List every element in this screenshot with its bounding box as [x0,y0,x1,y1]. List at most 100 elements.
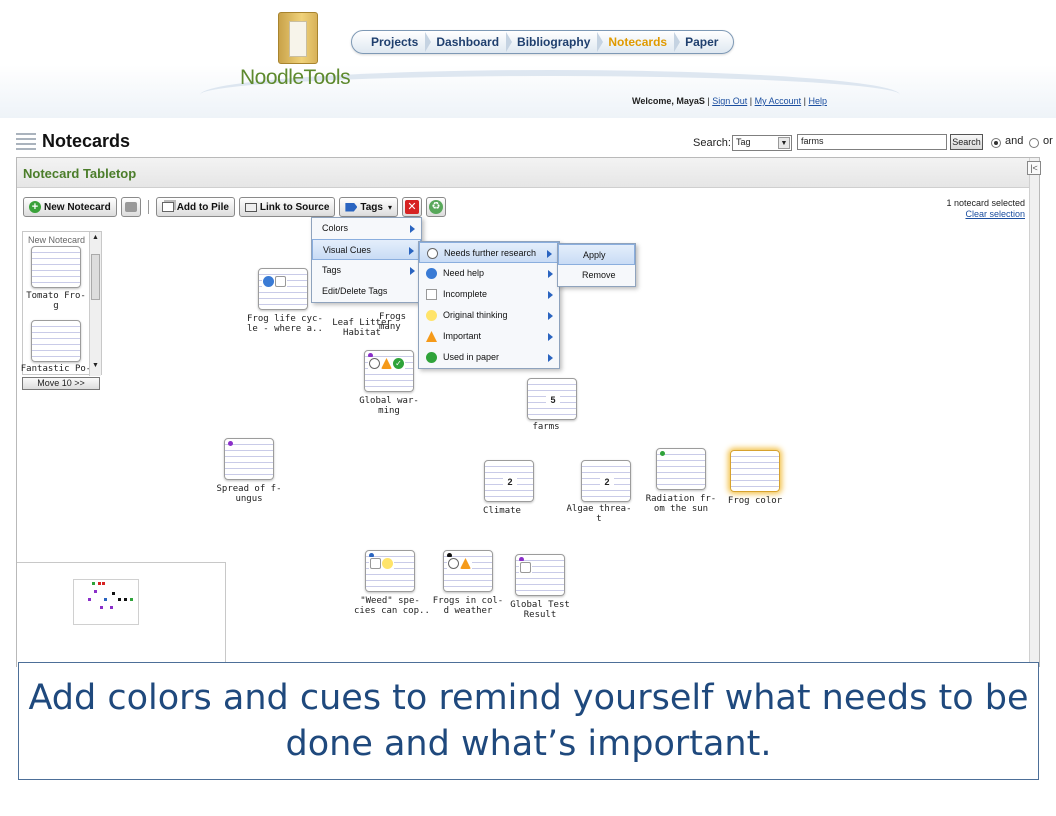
menu-item-remove[interactable]: Remove [558,265,635,286]
menu-item-incomplete[interactable]: Incomplete [419,284,559,305]
notecard-pile[interactable]: 5 [522,373,577,420]
pile-count: 2 [600,476,614,488]
card-label: Global Test Result [510,600,570,620]
minimap-dot [94,590,97,593]
blank-page-icon [520,562,531,573]
delete-button[interactable]: ✕ [402,197,422,217]
cue-row [369,557,394,570]
column-scrollbar[interactable]: ▲ ▼ [89,232,101,376]
new-notecard-button[interactable]: + New Notecard [23,197,117,217]
notecard[interactable] [258,268,308,310]
cue-row: ✓ [368,357,405,370]
minimap-dot [118,598,121,601]
speech-bubble-icon [426,268,437,279]
notecard[interactable]: ✓ [364,350,414,392]
card-label: "Weed" spe- cies can cop.. [354,596,430,616]
minimap-dot [102,582,105,585]
minimap-dot [110,606,113,609]
card-label: Global war- ming [359,396,419,416]
nav-dashboard[interactable]: Dashboard [427,32,512,52]
blank-page-icon [370,558,381,569]
minimap-dot [98,582,101,585]
new-notecard-header: New Notecard [28,235,86,245]
menu-item-label: Used in paper [443,352,500,362]
notecard-pile[interactable]: 2 [479,455,534,502]
submenu-arrow-icon [548,333,553,341]
notecards-page-icon [16,133,36,151]
notecard[interactable] [443,550,493,592]
menu-item-original-thinking[interactable]: Original thinking [419,305,559,326]
notecard[interactable] [656,448,706,490]
menu-item-label: Original thinking [443,310,508,320]
warning-icon [460,558,471,569]
visual-cues-menu: Needs further research Need help Incompl… [418,241,560,369]
minimap-dot [124,598,127,601]
recycle-button[interactable]: ♻ [426,197,446,217]
move-10-button[interactable]: Move 10 >> [22,377,100,390]
selection-count: 1 notecard selected [946,198,1025,208]
nav-projects[interactable]: Projects [362,32,432,52]
menu-item-colors[interactable]: Colors [312,218,421,239]
print-button[interactable] [120,197,141,217]
notecard-selected[interactable] [730,450,780,492]
scroll-thumb[interactable] [91,254,100,300]
pile-count: 5 [546,394,560,406]
noodletools-logo[interactable]: NoodleTools [238,10,368,92]
card-label: Climate [483,506,521,516]
delete-x-icon: ✕ [405,200,419,214]
notecard[interactable] [224,438,274,480]
magnifier-icon [448,558,459,569]
magnifier-icon [427,248,438,259]
help-link[interactable]: Help [808,96,827,106]
search-button[interactable]: Search [950,134,983,150]
add-to-pile-label: Add to Pile [176,201,229,213]
link-to-source-button[interactable]: Link to Source [238,197,336,217]
tags-button[interactable]: Tags ▾ [339,197,398,217]
menu-item-need-help[interactable]: Need help [419,263,559,284]
collapse-panel-button[interactable]: |< [1027,161,1041,175]
menu-item-used-in-paper[interactable]: Used in paper [419,347,559,368]
minimap-viewport[interactable] [73,579,139,625]
notecard[interactable] [365,550,415,592]
tabletop-minimap[interactable] [17,562,226,667]
scroll-up-icon[interactable]: ▲ [92,234,99,241]
nav-notecards[interactable]: Notecards [599,32,680,52]
menu-item-visual-cues[interactable]: Visual Cues [312,239,421,260]
notecard-pile[interactable]: 2 [576,455,631,502]
source-link-icon [244,202,257,212]
minimap-dot [112,592,115,595]
or-radio[interactable] [1029,138,1039,148]
menu-item-needs-further-research[interactable]: Needs further research [419,242,559,263]
link-to-source-label: Link to Source [259,201,330,213]
menu-item-apply[interactable]: Apply [558,244,635,265]
notecard[interactable] [31,320,81,362]
menu-item-label: Tags [322,265,342,275]
clear-selection-link[interactable]: Clear selection [965,209,1025,219]
lightbulb-icon [426,310,437,321]
page-title: Notecards [42,131,131,151]
notecard[interactable] [31,246,81,288]
menu-item-tags[interactable]: Tags [312,260,421,281]
menu-item-label: Colors [322,223,349,233]
scroll-down-icon[interactable]: ▼ [92,362,99,369]
my-account-link[interactable]: My Account [755,96,802,106]
search-input[interactable]: farms [797,134,947,150]
nav-bibliography[interactable]: Bibliography [508,32,604,52]
blank-page-icon [426,289,437,300]
menu-item-label: Important [443,331,482,341]
search-field-select[interactable]: Tag ▼ [732,135,792,151]
menu-item-label: Incomplete [443,289,488,299]
blank-page-icon [275,276,286,287]
card-label: Tomato Fro- g [26,291,86,311]
menu-item-important[interactable]: Important [419,326,559,347]
notecard[interactable] [515,554,565,596]
sign-out-link[interactable]: Sign Out [712,96,747,106]
tabletop-toolbar: + New Notecard Add to Pile Link to Sourc… [23,196,446,218]
menu-item-label: Needs further research [444,248,537,258]
and-radio[interactable] [991,138,1001,148]
menu-item-edit-delete-tags[interactable]: Edit/Delete Tags [312,281,421,302]
new-notecard-column[interactable]: New Notecard Tomato Fro- g Fantastic Po-… [21,231,102,376]
card-label: Spread of f- ungus [216,484,282,504]
nav-paper[interactable]: Paper [676,35,727,49]
add-to-pile-button[interactable]: Add to Pile [155,197,235,217]
